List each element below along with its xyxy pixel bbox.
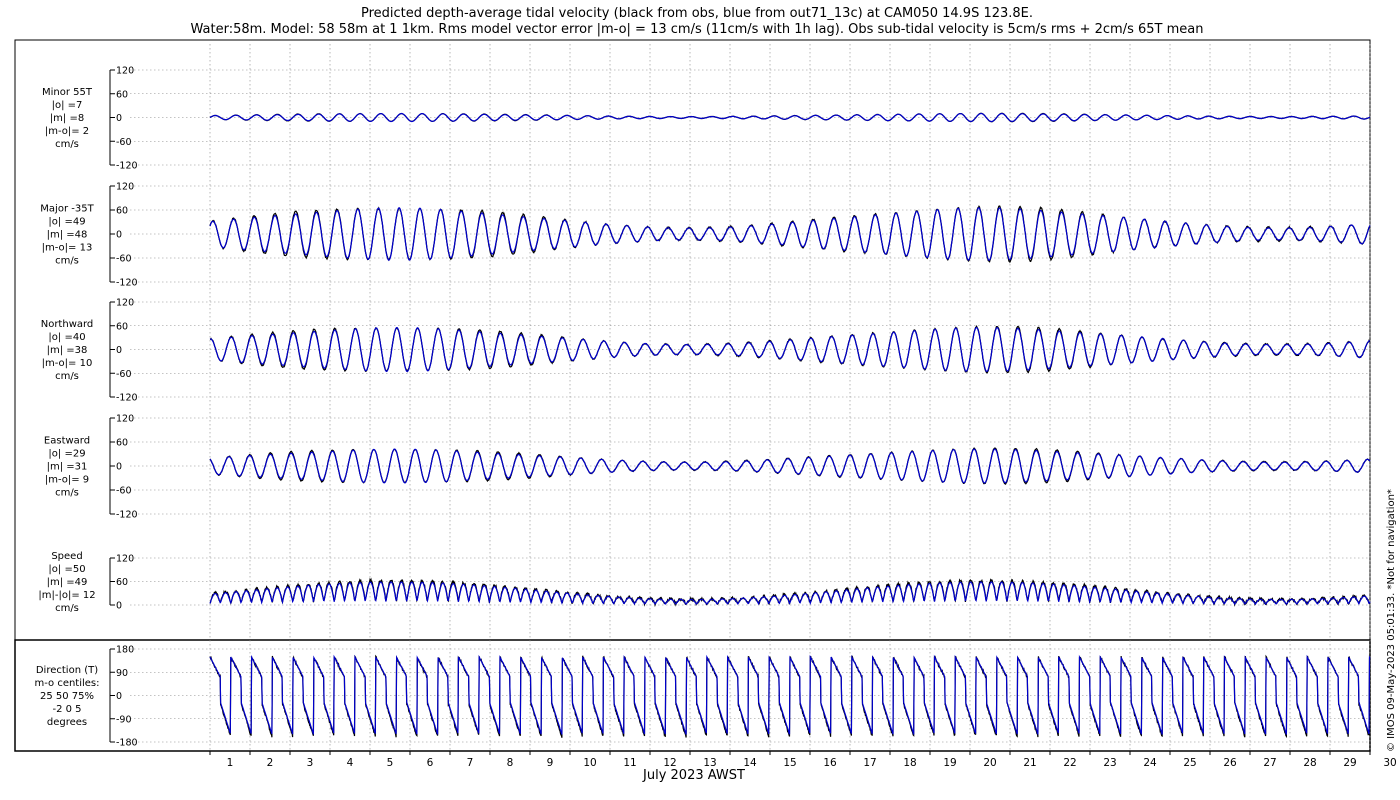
panel-label-line: |o| =29 — [48, 449, 85, 460]
y-tick-label: 60 — [116, 206, 128, 217]
panel-label-line: Minor 55T — [42, 87, 93, 98]
panel-label-line: m-o centiles: — [34, 678, 99, 689]
y-tick-label: 120 — [116, 414, 134, 425]
y-tick-label: 0 — [116, 691, 122, 702]
panel-label-line: Eastward — [44, 436, 90, 447]
panel-label-line: |m-o|= 13 — [42, 243, 93, 254]
y-tick-label: 0 — [116, 230, 122, 241]
panel-label-line: cm/s — [55, 139, 79, 150]
x-axis-label: July 2023 AWST — [643, 768, 745, 783]
y-tick-label: -60 — [116, 137, 132, 148]
y-tick-label: 0 — [116, 601, 122, 612]
panel-label-line: |o| =40 — [48, 332, 85, 343]
y-tick-label: -180 — [116, 738, 138, 749]
panel-label-line: degrees — [47, 717, 87, 728]
panel-northward: -120 -60 0 60 120 Northward |o| =40 |m| =38 |m-o… — [41, 298, 1371, 404]
y-tick-label: 120 — [116, 66, 134, 77]
y-tick-label: -60 — [116, 254, 132, 265]
panel-label-line: Speed — [51, 551, 82, 562]
panel-label-line: 25 50 75% — [40, 691, 94, 702]
panel-label-line: -2 0 5 — [52, 704, 81, 715]
y-tick-label: 0 — [116, 345, 122, 356]
y-tick-label: -120 — [116, 510, 138, 521]
panel-label-line: Direction (T) — [36, 665, 98, 676]
y-tick-label: 60 — [116, 321, 128, 332]
y-tick-label: 120 — [116, 182, 134, 193]
y-tick-label: -60 — [116, 369, 132, 380]
copyright-stamp: © IMOS 09-May-2023 05:01:33. *Not for na… — [1386, 489, 1397, 752]
panel-label-line: |m| =31 — [47, 462, 88, 473]
y-tick-label: 120 — [116, 554, 134, 565]
y-tick-label: 60 — [116, 577, 128, 588]
panel-minor: -120 -60 0 60 120 Minor 55T |o| =7 |m| =8 |m-o|=… — [42, 66, 1371, 172]
panel-label-line: cm/s — [55, 371, 79, 382]
panel-label-line: |m| =38 — [47, 345, 88, 356]
y-tick-label: -120 — [116, 278, 138, 289]
panel-label-line: |m-o|= 10 — [42, 358, 93, 369]
panel-eastward: -120 -60 0 60 120 Eastward |o| =29 |m| =31 |m-o|… — [44, 414, 1371, 521]
panel-label-line: |o| =7 — [52, 100, 83, 111]
panel-label-line: cm/s — [55, 256, 79, 267]
panel-label-line: |o| =50 — [48, 564, 85, 575]
panel-label-line: |m| =49 — [47, 577, 88, 588]
panel-label-line: |m| =48 — [47, 230, 88, 241]
model-series-line — [209, 112, 1371, 123]
y-tick-label: 90 — [116, 668, 128, 679]
y-tick-label: -90 — [116, 714, 132, 725]
panel-label-line: |m| =8 — [50, 113, 84, 124]
y-tick-label: 0 — [116, 113, 122, 124]
panel-label-line: |m-o|= 2 — [45, 126, 89, 137]
panel-label-line: |m-o|= 9 — [45, 475, 89, 486]
panel-direction: -180 -90 0 90 180 Direction (T) m-o centiles: 2… — [34, 645, 1371, 749]
y-tick-label: 60 — [116, 438, 128, 449]
panel-major: -120 -60 0 60 120 Major -35T |o| =49 |m| =48 |m-… — [40, 182, 1371, 289]
panel-label-line: |m|-|o|= 12 — [38, 590, 95, 601]
model-series-line — [209, 654, 1371, 735]
y-tick-label: 180 — [116, 645, 134, 656]
upper-frame — [14, 39, 1371, 641]
panel-label-line: Northward — [41, 319, 94, 330]
y-tick-label: 60 — [116, 89, 128, 100]
panel-label-line: cm/s — [55, 488, 79, 499]
panel-label-line: |o| =49 — [48, 217, 85, 228]
panel-label-line: cm/s — [55, 603, 79, 614]
y-tick-label: 0 — [116, 462, 122, 473]
y-tick-label: -120 — [116, 393, 138, 404]
panel-label-line: Major -35T — [40, 204, 94, 215]
tidal-velocity-chart: 1 2 3 4 5 6 7 8 9 10 11 12 13 14 15 16 17 18 19 20 21 22 23 24 2… — [14, 39, 1397, 769]
y-tick-label: 120 — [116, 298, 134, 309]
y-tick-label: -60 — [116, 486, 132, 497]
y-tick-label: -120 — [116, 161, 138, 172]
